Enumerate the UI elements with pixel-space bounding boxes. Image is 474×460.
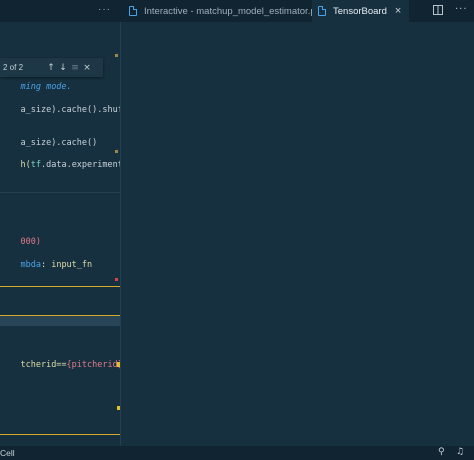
split-editor-icon[interactable] bbox=[433, 5, 443, 15]
tab-label: TensorBoard bbox=[333, 5, 387, 17]
cell-divider bbox=[0, 192, 120, 193]
current-line-highlight bbox=[0, 315, 120, 326]
code-line: 000) bbox=[20, 237, 41, 247]
tab-tensorboard[interactable]: TensorBoard × bbox=[312, 0, 410, 23]
code-line: h(tf.data.experimental. bbox=[20, 160, 120, 170]
code-line: tcherid=={pitcherid}) & bbox=[20, 360, 121, 370]
close-icon[interactable]: × bbox=[395, 5, 401, 17]
tab-label: Interactive - matchup_model_estimator.py bbox=[144, 5, 321, 17]
tab-overflow-button[interactable]: ··· bbox=[98, 4, 111, 15]
code-line: a_size).cache() bbox=[20, 138, 98, 148]
tab-interactive[interactable]: Interactive - matchup_model_estimator.py bbox=[129, 0, 320, 22]
ruler-marker bbox=[115, 278, 118, 281]
cell-divider-active bbox=[0, 434, 120, 435]
code-line: ming mode. bbox=[20, 82, 72, 92]
cell-divider-active bbox=[0, 286, 120, 287]
ruler-marker bbox=[117, 362, 120, 367]
ruler-marker bbox=[115, 150, 118, 153]
ruler-marker bbox=[117, 406, 120, 410]
remote-icon[interactable]: ⚲ bbox=[438, 447, 445, 457]
tab-bar: ··· Interactive - matchup_model_estimato… bbox=[0, 0, 474, 23]
file-icon bbox=[129, 6, 137, 16]
code-line: mbda: input_fn bbox=[20, 260, 93, 270]
more-actions-icon[interactable]: ··· bbox=[455, 5, 467, 15]
status-bar: Cell ⚲ ♫ bbox=[0, 446, 474, 460]
close-icon[interactable]: × bbox=[81, 63, 93, 73]
ruler-marker bbox=[115, 54, 118, 57]
tensorboard-panel[interactable] bbox=[121, 22, 474, 446]
status-cell-label[interactable]: Cell bbox=[0, 448, 15, 458]
notifications-icon[interactable]: ♫ bbox=[456, 447, 464, 457]
code-line: a_size).cache().shuffle bbox=[20, 105, 120, 115]
file-icon bbox=[318, 6, 326, 16]
code-editor[interactable]: 2 of 2 ↑ ↓ ≡ × ming mode. a_size).cache(… bbox=[0, 22, 121, 446]
